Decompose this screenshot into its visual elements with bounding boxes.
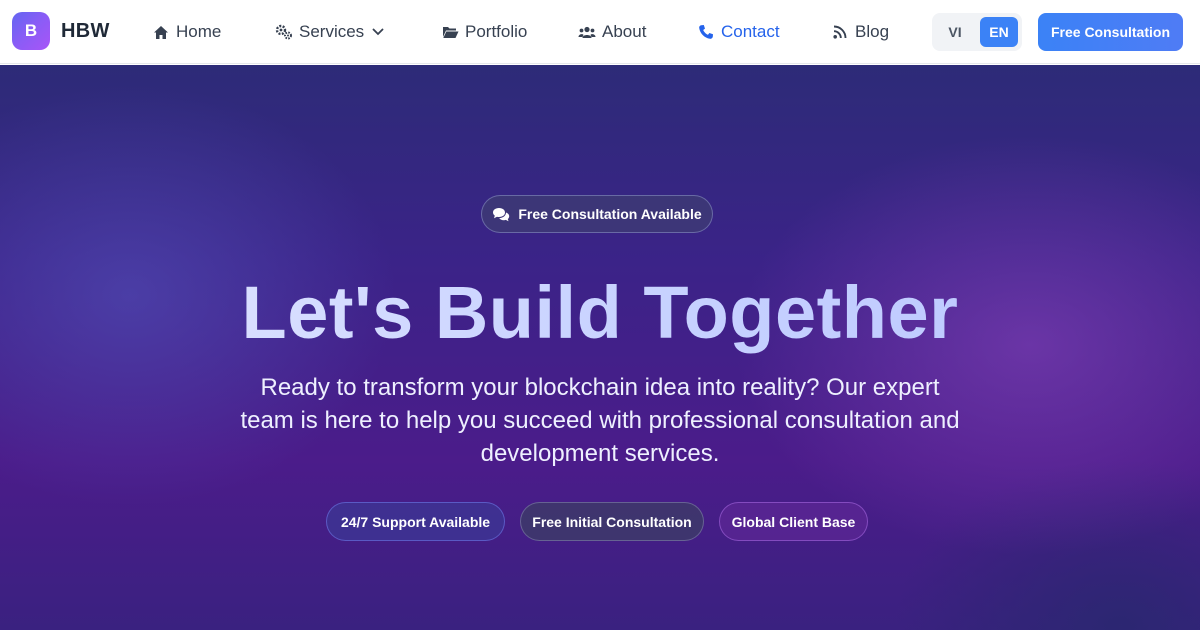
nav-contact-label: Contact bbox=[721, 22, 780, 41]
lang-en-button[interactable]: EN bbox=[980, 17, 1018, 47]
chevron-down-icon[interactable] bbox=[372, 28, 384, 36]
lang-vi-button[interactable]: VI bbox=[936, 17, 974, 47]
global-client-pill: Global Client Base bbox=[719, 502, 868, 541]
top-navbar: B HBW Home Services Portfolio About Cont… bbox=[0, 0, 1200, 64]
hero-section: Free Consultation Available Let's Build … bbox=[0, 65, 1200, 630]
hero-title: Let's Build Together bbox=[0, 270, 1200, 355]
nav-home-label: Home bbox=[176, 22, 222, 41]
support-pill: 24/7 Support Available bbox=[326, 502, 505, 541]
nav-about[interactable]: About bbox=[578, 20, 646, 44]
language-switcher: VI EN bbox=[932, 13, 1022, 51]
gears-icon bbox=[275, 23, 293, 41]
phone-icon bbox=[697, 23, 715, 41]
nav-portfolio-label: Portfolio bbox=[465, 22, 528, 41]
nav-contact[interactable]: Contact bbox=[697, 20, 780, 44]
brand-logo[interactable]: B bbox=[12, 12, 50, 50]
folder-open-icon bbox=[441, 23, 459, 41]
nav-home[interactable]: Home bbox=[152, 20, 221, 44]
nav-blog[interactable]: Blog bbox=[831, 20, 889, 44]
home-icon bbox=[152, 23, 170, 41]
users-icon bbox=[578, 23, 596, 41]
nav-about-label: About bbox=[602, 22, 647, 41]
free-consultation-button[interactable]: Free Consultation bbox=[1038, 13, 1183, 51]
nav-services[interactable]: Services bbox=[275, 20, 384, 44]
rss-icon bbox=[831, 23, 849, 41]
logo-letter: B bbox=[24, 21, 38, 40]
nav-portfolio[interactable]: Portfolio bbox=[441, 20, 527, 44]
comments-icon bbox=[492, 207, 510, 222]
hero-subtitle: Ready to transform your blockchain idea … bbox=[240, 374, 960, 467]
nav-blog-label: Blog bbox=[855, 22, 890, 41]
badge-label: Free Consultation Available bbox=[518, 206, 702, 222]
brand-name[interactable]: HBW bbox=[61, 20, 110, 43]
consultation-badge: Free Consultation Available bbox=[481, 195, 713, 233]
initial-consultation-pill: Free Initial Consultation bbox=[520, 502, 704, 541]
nav-services-label: Services bbox=[299, 22, 365, 41]
